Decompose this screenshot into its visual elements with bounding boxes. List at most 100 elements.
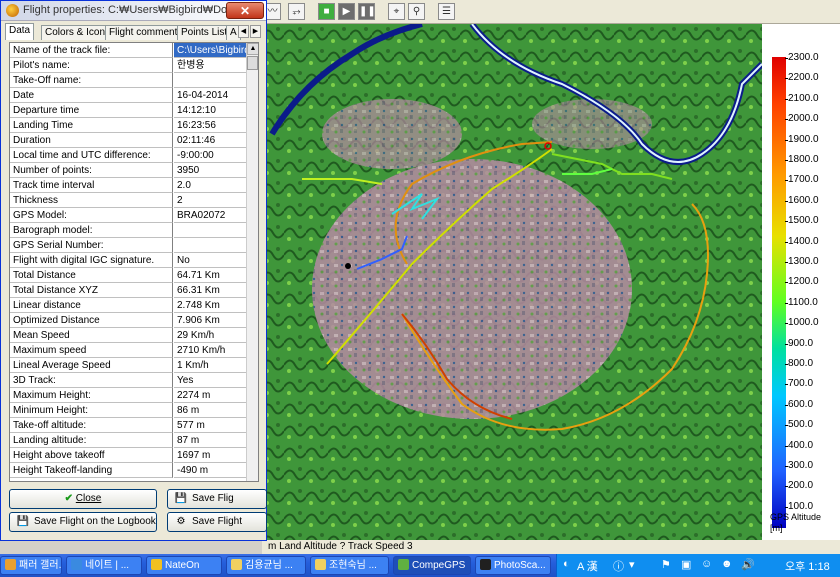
taskbar-item-label: 패러 갤러... xyxy=(19,560,62,571)
satellite-map[interactable] xyxy=(262,24,762,540)
tab-scroll-left-button[interactable]: ◀ xyxy=(238,25,249,38)
property-value[interactable]: 2.0 xyxy=(174,178,247,193)
wind-icon[interactable]: ⥅ xyxy=(288,3,305,20)
grid-scrollbar[interactable]: ▲ xyxy=(246,43,258,481)
taskbar-item[interactable]: NateOn xyxy=(146,556,222,575)
property-value[interactable]: 16:23:56 xyxy=(174,118,247,133)
tab-colors-icons[interactable]: Colors & Icons xyxy=(41,25,115,40)
property-value[interactable]: -9:00:00 xyxy=(174,148,247,163)
flag-icon[interactable]: ⚑ xyxy=(661,558,671,571)
property-row[interactable]: Optimized Distance 7.906 Km xyxy=(10,313,247,328)
play-button[interactable]: ▶ xyxy=(338,3,355,20)
property-value[interactable]: 1697 m xyxy=(174,448,247,463)
property-value[interactable]: 577 m xyxy=(174,418,247,433)
property-value[interactable]: 64.71 Km xyxy=(174,268,247,283)
property-value[interactable]: 14:12:10 xyxy=(174,103,247,118)
property-row[interactable]: Take-off altitude: 577 m xyxy=(10,418,247,433)
property-value[interactable]: 1 Km/h xyxy=(174,358,247,373)
property-row[interactable]: Flight with digital IGC signature. No xyxy=(10,253,247,268)
property-row[interactable]: Maximum Height: 2274 m xyxy=(10,388,247,403)
property-row[interactable]: Linear distance 2.748 Km xyxy=(10,298,247,313)
network-icon[interactable]: ▣ xyxy=(681,558,691,571)
property-value[interactable]: 66.31 Km xyxy=(174,283,247,298)
property-value[interactable]: No xyxy=(174,253,247,268)
property-value[interactable]: 16-04-2014 xyxy=(174,88,247,103)
property-row[interactable]: 3D Track: Yes xyxy=(10,373,247,388)
property-row[interactable]: Name of the track file:C:\Users\Bigbird\… xyxy=(10,43,247,58)
save-flight-button[interactable]: 💾 Save Flig xyxy=(167,489,267,509)
property-value[interactable]: BRA02072 xyxy=(174,208,247,223)
taskbar-item[interactable]: PhotoSca... xyxy=(475,556,551,575)
taskbar-item[interactable]: 김용균님 ... xyxy=(226,556,306,575)
ime-language[interactable]: A 漢 xyxy=(577,558,598,574)
property-value[interactable] xyxy=(174,73,247,88)
property-row[interactable]: Number of points: 3950 xyxy=(10,163,247,178)
gps-icon[interactable]: ⌖ xyxy=(388,3,405,20)
tab-data[interactable]: Data xyxy=(5,23,35,40)
property-value[interactable] xyxy=(174,223,247,238)
taskbar-item[interactable]: 네이트 | ... xyxy=(66,556,142,575)
property-value[interactable]: 2.748 Km xyxy=(174,298,247,313)
property-row[interactable]: Departure time 14:12:10 xyxy=(10,103,247,118)
property-value[interactable]: 한병용 xyxy=(174,58,247,73)
property-value[interactable]: 7.906 Km xyxy=(174,313,247,328)
clock[interactable]: 오후 1:18 xyxy=(785,558,830,574)
property-value[interactable]: 29 Km/h xyxy=(174,328,247,343)
list-icon[interactable]: ☰ xyxy=(438,3,455,20)
property-row[interactable]: Duration 02:11:46 xyxy=(10,133,247,148)
taskbar-item[interactable]: 패러 갤러... xyxy=(0,556,62,575)
property-value[interactable]: 2710 Km/h xyxy=(174,343,247,358)
property-row[interactable]: Height above takeoff 1697 m xyxy=(10,448,247,463)
property-value[interactable]: 87 m xyxy=(174,433,247,448)
taskbar-app-icon xyxy=(231,559,242,570)
property-value[interactable]: 86 m xyxy=(174,403,247,418)
close-button[interactable]: ✔ Close xyxy=(9,489,157,509)
property-row[interactable]: Barograph model: xyxy=(10,223,247,238)
property-value[interactable]: Yes xyxy=(174,373,247,388)
chat-icon[interactable]: ☺ xyxy=(701,558,712,570)
ime-icon[interactable]: ◐ xyxy=(563,558,570,570)
property-label: Barograph model: xyxy=(10,223,173,238)
taskbar-item[interactable]: 조현숙님 ... xyxy=(310,556,389,575)
property-value[interactable]: 2 xyxy=(174,193,247,208)
property-row[interactable]: Track time interval 2.0 xyxy=(10,178,247,193)
taskbar-item[interactable]: CompeGPS xyxy=(393,556,471,575)
property-row[interactable]: Maximum speed 2710 Km/h xyxy=(10,343,247,358)
scroll-thumb[interactable] xyxy=(247,56,258,70)
property-row[interactable]: Local time and UTC difference: -9:00:00 xyxy=(10,148,247,163)
marker-icon[interactable]: ⚲ xyxy=(408,3,425,20)
tab-scroll-right-button[interactable]: ▶ xyxy=(250,25,261,38)
title-bar[interactable]: Flight properties: C:₩Users₩Bigbird₩Docu… xyxy=(1,1,266,21)
property-row[interactable]: Landing altitude: 87 m xyxy=(10,433,247,448)
property-row[interactable]: Height Takeoff-landing -490 m xyxy=(10,463,247,478)
property-row[interactable]: Pilot's name: 한병용 xyxy=(10,58,247,73)
tray-arrow-icon[interactable]: ▾ xyxy=(629,558,635,571)
property-row[interactable]: Take-Off name: xyxy=(10,73,247,88)
help-icon[interactable]: ⓘ xyxy=(613,558,624,574)
record-button[interactable]: ■ xyxy=(318,3,335,20)
property-row[interactable]: Landing Time 16:23:56 xyxy=(10,118,247,133)
property-value[interactable]: -490 m xyxy=(174,463,247,478)
close-window-button[interactable]: ✕ xyxy=(226,2,264,19)
property-row[interactable]: GPS Model: BRA02072 xyxy=(10,208,247,223)
property-row[interactable]: Total Distance 64.71 Km xyxy=(10,268,247,283)
property-value[interactable]: 3950 xyxy=(174,163,247,178)
property-value[interactable]: C:\Users\Bigbird\D xyxy=(174,43,247,58)
property-row[interactable]: Mean Speed 29 Km/h xyxy=(10,328,247,343)
property-row[interactable]: Thickness 2 xyxy=(10,193,247,208)
property-value[interactable] xyxy=(174,238,247,253)
save-logbook-button[interactable]: 💾 Save Flight on the Logbook xyxy=(9,512,157,532)
property-row[interactable]: Minimum Height: 86 m xyxy=(10,403,247,418)
property-row[interactable]: GPS Serial Number: xyxy=(10,238,247,253)
property-row[interactable]: Total Distance XYZ 66.31 Km xyxy=(10,283,247,298)
pause-button[interactable]: ❚❚ xyxy=(358,3,376,20)
scroll-up-icon[interactable]: ▲ xyxy=(247,43,258,55)
save-flight-2-button[interactable]: ⚙ Save Flight xyxy=(167,512,267,532)
property-row[interactable]: Lineal Average Speed 1 Km/h xyxy=(10,358,247,373)
messenger-icon[interactable]: ☻ xyxy=(721,558,733,570)
property-value[interactable]: 2274 m xyxy=(174,388,247,403)
property-row[interactable]: Date 16-04-2014 xyxy=(10,88,247,103)
tab-points-list[interactable]: Points List xyxy=(177,25,232,40)
property-value[interactable]: 02:11:46 xyxy=(174,133,247,148)
speaker-icon[interactable]: 🔊 xyxy=(741,558,755,571)
